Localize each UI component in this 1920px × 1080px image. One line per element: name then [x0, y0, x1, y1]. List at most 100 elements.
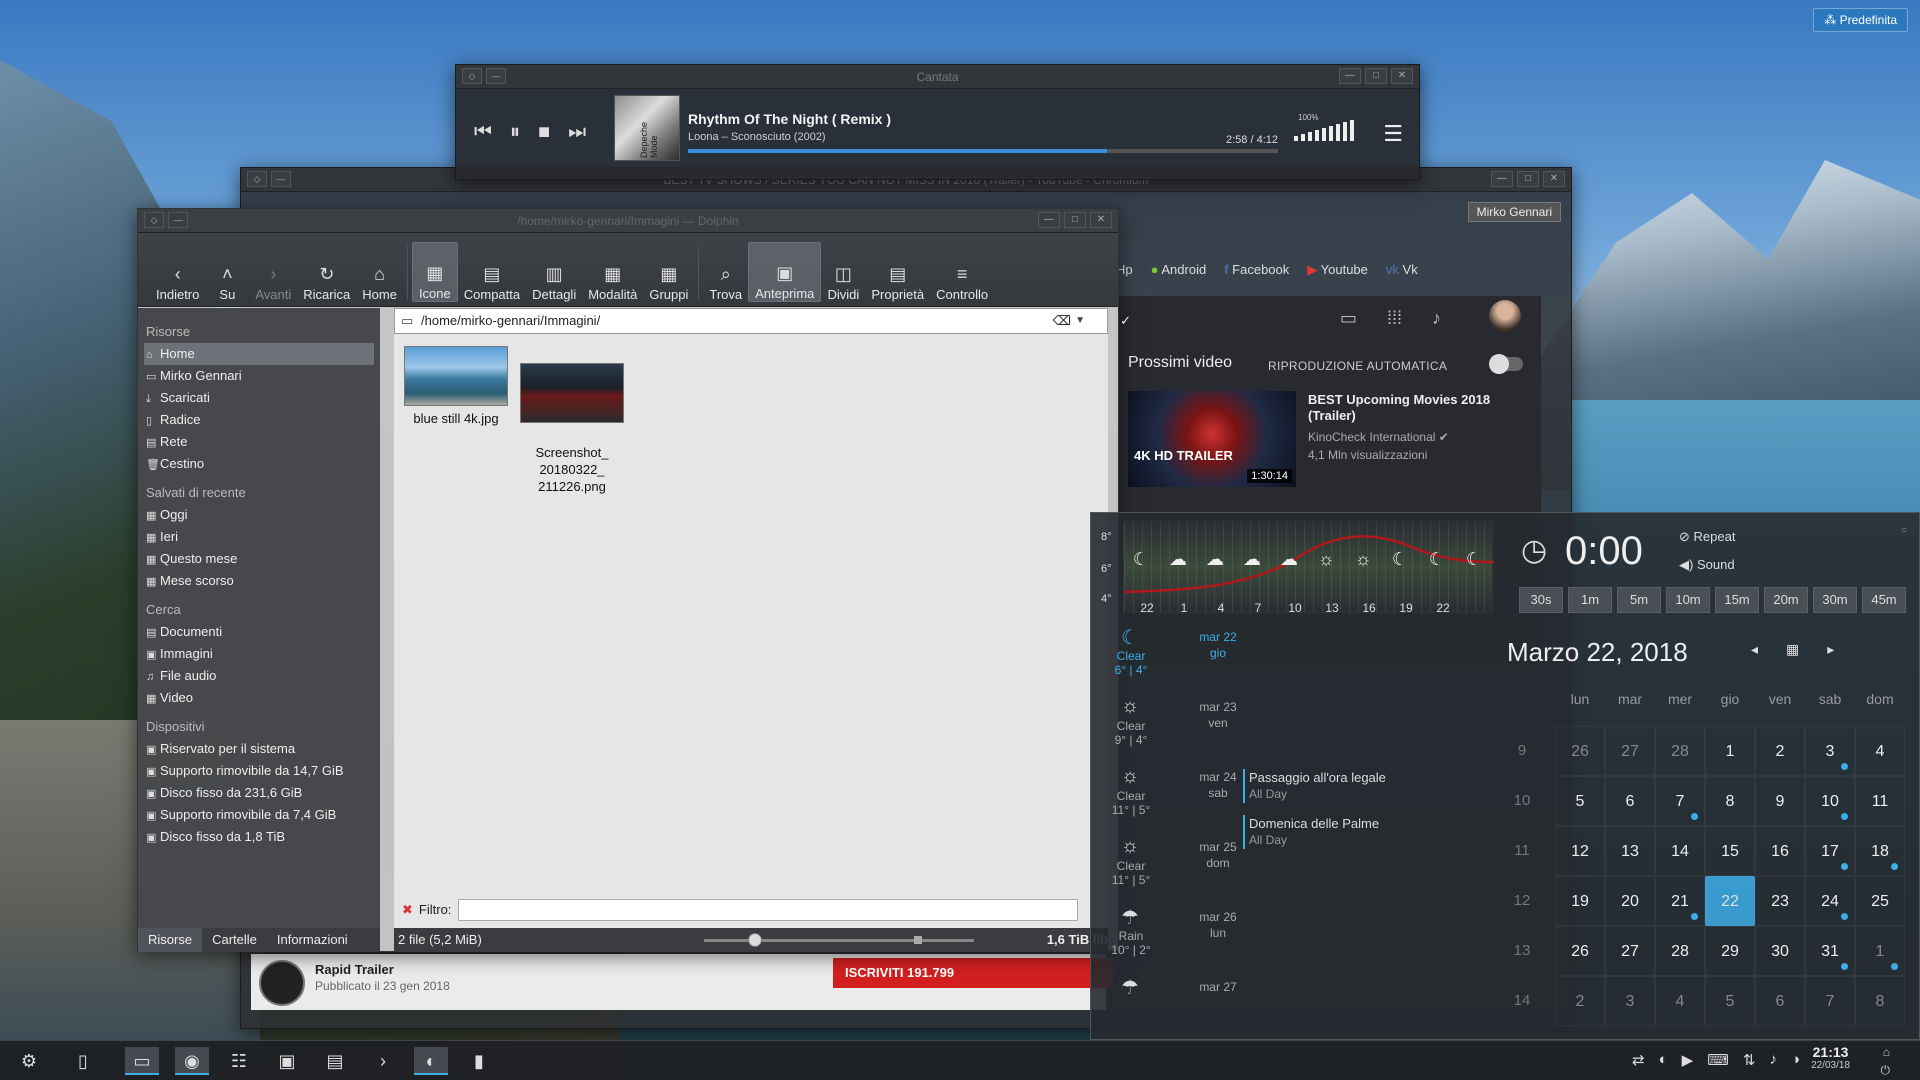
calendar-day[interactable]: 28 [1655, 726, 1705, 776]
calendar-day[interactable]: 4 [1855, 726, 1905, 776]
task-terminal-icon[interactable]: › [366, 1047, 400, 1075]
tray-icon-3[interactable]: ⌨ [1707, 1051, 1729, 1069]
file-item[interactable]: Screenshot_ 20180322_ 211226.png [518, 346, 626, 495]
task-notes-icon[interactable]: ▮ [462, 1047, 496, 1075]
close-button[interactable]: ✕ [1391, 68, 1413, 84]
calendar-day[interactable]: 13 [1605, 826, 1655, 876]
panel-tab[interactable]: Informazioni [267, 928, 358, 952]
calendar-day[interactable]: 15 [1705, 826, 1755, 876]
calendar-day[interactable]: 27 [1605, 926, 1655, 976]
calendar-day[interactable]: 5 [1555, 776, 1605, 826]
toolbar-button-proprietà[interactable]: ▤ Proprietà [865, 242, 930, 302]
window-shade-button[interactable]: — [486, 68, 506, 84]
toolbar-button-gruppi[interactable]: ▦ Gruppi [643, 242, 694, 302]
toolbar-button-controllo[interactable]: ≡ Controllo [930, 242, 994, 302]
previous-month-icon[interactable]: ◂ [1751, 641, 1758, 658]
calendar-day[interactable]: 4 [1655, 976, 1705, 1026]
filter-input[interactable] [458, 899, 1078, 921]
sidebar-item[interactable]: ▣ Immagini [138, 643, 380, 665]
application-launcher-icon[interactable]: ⚙ [12, 1047, 46, 1075]
sidebar-item[interactable]: ▤ Rete [138, 431, 380, 453]
pin-icon[interactable]: ○ [1901, 525, 1907, 536]
sidebar-item[interactable]: ♫ File audio [138, 665, 380, 687]
calendar-day[interactable]: 31 [1805, 926, 1855, 976]
calendar-day[interactable]: 24 [1805, 876, 1855, 926]
window-shade-button[interactable]: — [271, 171, 291, 187]
sound-toggle[interactable]: ◀) Sound [1679, 557, 1735, 573]
apps-icon[interactable]: ⁞⁞⁞ [1387, 308, 1402, 329]
calendar-day[interactable]: 23 [1755, 876, 1805, 926]
toolbar-button-icone[interactable]: ▦ Icone [411, 242, 458, 302]
sidebar-item[interactable]: ▣ Disco fisso da 1,8 TiB [138, 826, 380, 848]
task-store-icon[interactable]: ▤ [318, 1047, 352, 1075]
calendar-day[interactable]: 1 [1855, 926, 1905, 976]
show-desktop-icon[interactable]: ▯ [66, 1047, 100, 1075]
calendar-day[interactable]: 12 [1555, 826, 1605, 876]
sidebar-item[interactable]: ⌂ Home [144, 343, 374, 365]
avatar[interactable] [1489, 300, 1521, 332]
toolbar-button-dettagli[interactable]: ▥ Dettagli [526, 242, 582, 302]
window-shade-button[interactable]: — [168, 212, 188, 228]
tray-icon-0[interactable]: ⇄ [1632, 1051, 1645, 1069]
panel-tab[interactable]: Cartelle [202, 928, 267, 952]
calendar-day[interactable]: 17 [1805, 826, 1855, 876]
sidebar-item[interactable]: ▦ Questo mese [138, 548, 380, 570]
calendar-day[interactable]: 18 [1855, 826, 1905, 876]
calendar-day[interactable]: 19 [1555, 876, 1605, 926]
panel-tab[interactable]: Risorse [138, 928, 203, 952]
minimize-button[interactable]: — [1339, 68, 1361, 84]
toolbar-button-modalità[interactable]: ▦ Modalità [582, 242, 643, 302]
tray-icon-2[interactable]: ▶ [1682, 1051, 1694, 1069]
dolphin-window[interactable]: ◇ — /home/mirko-gennari/Immagini — Dolphi… [137, 208, 1131, 952]
window-menu-button[interactable]: ◇ [462, 68, 482, 84]
calendar-day[interactable]: 2 [1555, 976, 1605, 1026]
calendar-day[interactable]: 22 [1705, 876, 1755, 926]
timer-preset-button[interactable]: 30m [1813, 587, 1857, 613]
chrome-profile-button[interactable]: Mirko Gennari [1467, 202, 1561, 222]
calendar-day[interactable]: 6 [1605, 776, 1655, 826]
calendar-day[interactable]: 3 [1805, 726, 1855, 776]
window-menu-button[interactable]: ◇ [247, 171, 267, 187]
file-view[interactable]: ▭ /home/mirko-gennari/Immagini/ ⌫ ▼ ✓ bl… [394, 308, 1131, 928]
timer-preset-button[interactable]: 10m [1666, 587, 1710, 613]
toolbar-button-avanti[interactable]: › Avanti [249, 242, 297, 302]
bookmark-vk[interactable]: vk Vk [1386, 262, 1418, 278]
album-cover[interactable]: Depeche Mode [614, 95, 680, 161]
calendar-day[interactable]: 20 [1605, 876, 1655, 926]
confirm-icon[interactable]: ✓ [1120, 309, 1131, 333]
sidebar-item[interactable]: ⤓ Scaricati [138, 387, 380, 409]
calendar-day[interactable]: 30 [1755, 926, 1805, 976]
window-menu-button[interactable]: ◇ [144, 212, 164, 228]
sidebar-item[interactable]: ▦ Mese scorso [138, 570, 380, 592]
calendar-day[interactable]: 9 [1755, 776, 1805, 826]
calendar-day[interactable]: 2 [1755, 726, 1805, 776]
calendar-day[interactable]: 25 [1855, 876, 1905, 926]
sidebar-item[interactable]: ▦ Video [138, 687, 380, 709]
calendar-day[interactable]: 8 [1855, 976, 1905, 1026]
task-chromium-icon[interactable]: ◉ [175, 1047, 209, 1075]
maximize-button[interactable]: □ [1365, 68, 1387, 84]
calendar-day[interactable]: 29 [1705, 926, 1755, 976]
zoom-handle[interactable] [748, 933, 762, 947]
toolbar-button-ricarica[interactable]: ↻ Ricarica [297, 242, 356, 302]
task-dolphin-icon[interactable]: ▭ [125, 1047, 159, 1075]
calendar-day[interactable]: 26 [1555, 726, 1605, 776]
event-item[interactable]: Domenica delle Palme All Day [1243, 815, 1379, 849]
calendar-day[interactable]: 7 [1805, 976, 1855, 1026]
calendar-day[interactable]: 28 [1655, 926, 1705, 976]
volume-control[interactable] [1294, 119, 1354, 141]
calendar-day[interactable]: 26 [1555, 926, 1605, 976]
calendar-day[interactable]: 10 [1805, 776, 1855, 826]
track-progress[interactable] [688, 149, 1278, 153]
event-item[interactable]: Passaggio all'ora legale All Day [1243, 769, 1386, 803]
minimize-button[interactable]: — [1491, 171, 1513, 187]
toolbar-button-dividi[interactable]: ◫ Dividi [821, 242, 865, 302]
channel-avatar[interactable] [259, 960, 305, 1006]
location-bar[interactable]: ▭ /home/mirko-gennari/Immagini/ ⌫ ▼ ✓ [394, 308, 1131, 334]
task-monitor-icon[interactable]: ▣ [270, 1047, 304, 1075]
timer-value[interactable]: 0:00 [1565, 529, 1643, 574]
timer-preset-button[interactable]: 30s [1519, 587, 1563, 613]
sidebar-item[interactable]: ▣ Supporto rimovibile da 7,4 GiB [138, 804, 380, 826]
toolbar-button-trova[interactable]: ⌕ Trova [703, 242, 748, 302]
maximize-button[interactable]: □ [1064, 212, 1086, 228]
